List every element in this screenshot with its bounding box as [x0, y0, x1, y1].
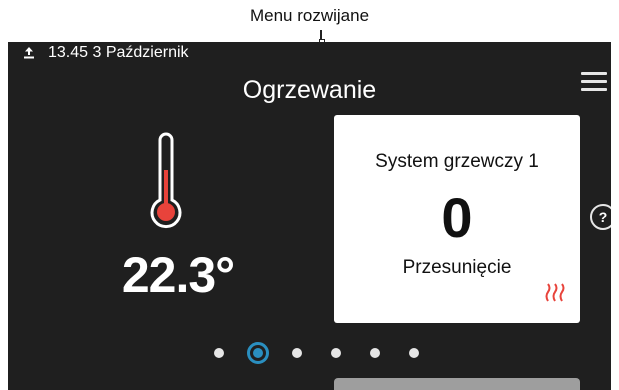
page-indicator — [214, 342, 448, 364]
offset-value: 0 — [441, 186, 473, 249]
hamburger-menu-icon[interactable] — [577, 68, 611, 98]
thermometer-icon[interactable] — [144, 132, 188, 232]
offset-label: Przesunięcie — [402, 257, 512, 278]
page-dot-3[interactable] — [292, 348, 302, 358]
next-card-preview[interactable] — [334, 378, 580, 390]
device-screen: 13.45 3 Październik Ogrzewanie 22.3° Sys… — [8, 42, 611, 390]
dropdown-menu-callout: Menu rozwijane — [249, 6, 370, 25]
page-dot-1[interactable] — [214, 348, 224, 358]
status-bar[interactable]: 13.45 3 Październik — [20, 44, 189, 62]
page-title: Ogrzewanie — [242, 76, 377, 104]
status-datetime: 13.45 3 Październik — [48, 44, 189, 61]
page-dot-6[interactable] — [409, 348, 419, 358]
heating-system-card[interactable]: System grzewczy 1 0 Przesunięcie — [334, 115, 580, 323]
help-icon[interactable]: ? — [590, 204, 611, 230]
heat-waves-icon — [544, 281, 566, 305]
indoor-temperature: 22.3° — [121, 247, 235, 303]
page-dot-4[interactable] — [331, 348, 341, 358]
system-name: System grzewczy 1 — [375, 151, 539, 172]
page-dot-5[interactable] — [370, 348, 380, 358]
page-dot-2-active[interactable] — [247, 342, 269, 364]
upload-icon — [20, 44, 38, 62]
